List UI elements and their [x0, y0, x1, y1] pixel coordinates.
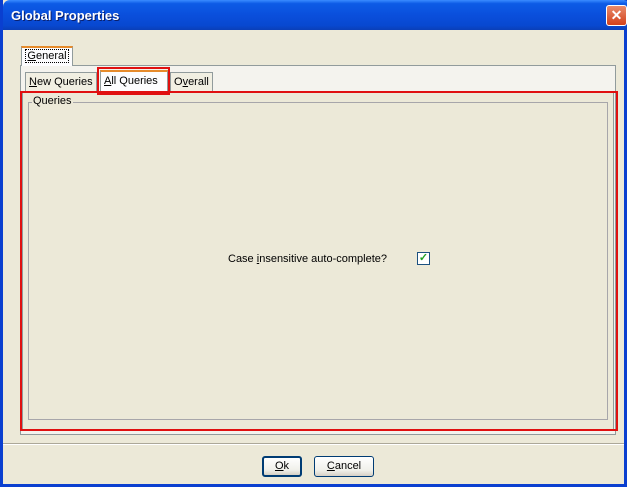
highlight-box-panel	[20, 91, 618, 431]
title-bar[interactable]: Global Properties ✕	[3, 0, 627, 30]
footer-divider	[3, 443, 624, 445]
ok-button[interactable]: Ok	[262, 456, 302, 477]
close-icon: ✕	[610, 7, 623, 23]
cancel-button[interactable]: Cancel	[314, 456, 374, 477]
window-title: Global Properties	[11, 8, 120, 23]
tab-overall[interactable]: Overall	[170, 72, 213, 92]
tab-general[interactable]: General	[21, 46, 73, 66]
close-button[interactable]: ✕	[606, 5, 627, 26]
tab-new-queries[interactable]: New Queries	[25, 72, 97, 92]
